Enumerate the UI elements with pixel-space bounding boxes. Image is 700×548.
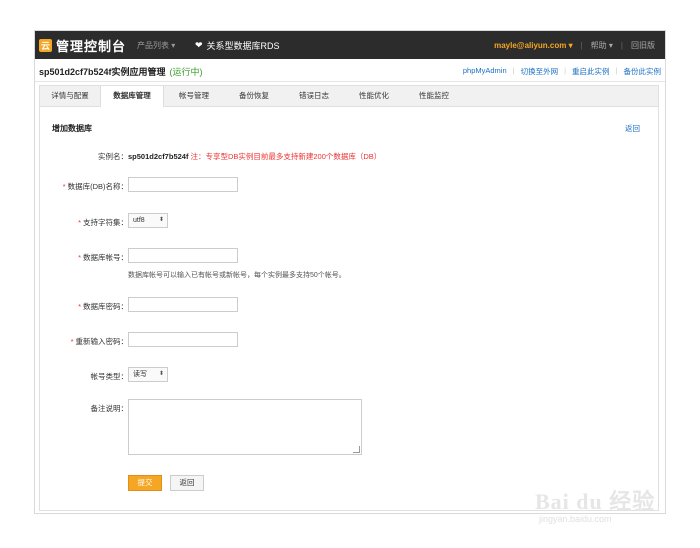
charset-select[interactable]: utf8 ⬍ [128,213,168,228]
tab-bar: 详情与配置 数据库管理 帐号管理 备份恢复 错误日志 性能优化 性能监控 [39,85,659,108]
db-name-label-text: 数据库(DB)名称： [67,182,128,191]
tab-account-management[interactable]: 帐号管理 [164,86,224,106]
remark-label: 备注说明： [90,404,129,413]
tab-performance-monitor[interactable]: 性能监控 [404,86,464,106]
user-account-menu[interactable]: mayle@aliyun.com ▾ [494,41,573,50]
instance-label: 实例名： [98,152,128,161]
account-label-text: 数据库帐号： [83,253,128,262]
baidu-watermark: Bai du 经验 jingyan.baidu.com [535,474,675,534]
watermark-url: jingyan.baidu.com [539,514,612,524]
separator: | [580,41,583,50]
instance-name: sp501d2cf7b524f [128,152,189,161]
form-title: 增加数据库 [52,124,92,133]
console-title: 管理控制台 [56,38,127,54]
account-label: * 数据库帐号： [78,252,128,263]
switch-public-network-link[interactable]: 切换至外网 [521,66,559,77]
required-mark: * [62,182,66,191]
instance-actions: phpMyAdmin | 切换至外网 | 重启此实例 | 备份此实例 [463,66,661,77]
tab-details-config[interactable]: 详情与配置 [40,86,100,106]
account-hint: 数据库帐号可以输入已有帐号或新帐号，每个实例最多支持50个帐号。 [128,272,346,279]
instance-limit-note: 注：专享型DB实例目前最多支持新建200个数据库（DB） [190,152,382,161]
top-navigation-bar: 云 管理控制台 产品列表 ▾ ❤ 关系型数据库RDS mayle@aliyun.… [35,31,665,59]
help-menu[interactable]: 帮助 ▾ [591,40,613,51]
tab-performance-optimize[interactable]: 性能优化 [344,86,404,106]
instance-value: sp501d2cf7b524f 注：专享型DB实例目前最多支持新建200个数据库（… [128,151,381,162]
repassword-label-text: 重新输入密码： [75,337,129,346]
password-input[interactable] [128,297,238,312]
restart-instance-link[interactable]: 重启此实例 [572,66,610,77]
charset-value: utf8 [133,217,145,224]
separator: | [564,66,567,75]
account-input[interactable] [128,248,238,263]
instance-title-text: sp501d2cf7b524f实例应用管理 [39,67,166,77]
tab-backup-restore[interactable]: 备份恢复 [224,86,284,106]
console-window: 云 管理控制台 产品列表 ▾ ❤ 关系型数据库RDS mayle@aliyun.… [34,30,666,514]
user-menu-area: mayle@aliyun.com ▾ | 帮助 ▾ | 回旧版 [494,40,655,51]
cloud-logo-icon: 云 [39,38,52,52]
required-mark: * [78,253,81,262]
repassword-input[interactable] [128,332,238,347]
watermark-brand: Bai du 经验 [535,489,656,514]
account-type-select[interactable]: 读写 ⬍ [128,367,168,382]
instance-title: sp501d2cf7b524f实例应用管理 (运行中) [39,65,203,78]
password-label-text: 数据库密码： [83,302,128,311]
resize-handle-icon[interactable] [353,446,360,453]
console-logo[interactable]: 云 管理控制台 [39,36,126,54]
add-database-panel: 增加数据库 返回 实例名： sp501d2cf7b524f 注：专享型DB实例目前… [39,107,659,511]
products-menu[interactable]: 产品列表 ▾ [137,40,175,51]
charset-label-text: 支持字符集： [83,218,128,227]
instance-title-bar: sp501d2cf7b524f实例应用管理 (运行中) phpMyAdmin | … [35,59,665,82]
required-mark: * [78,218,81,227]
submit-button[interactable]: 提交 [128,475,162,491]
remark-textarea[interactable] [128,399,362,455]
select-arrows-icon: ⬍ [158,217,164,223]
rds-product-title: 关系型数据库RDS [206,40,280,51]
separator: | [512,66,515,75]
cancel-button[interactable]: 返回 [170,475,204,491]
tab-error-log[interactable]: 错误日志 [284,86,344,106]
status-badge: (运行中) [169,67,203,77]
rds-product-link[interactable]: ❤ 关系型数据库RDS [195,36,280,54]
tab-database-management[interactable]: 数据库管理 [100,86,164,108]
phpmyadmin-link[interactable]: phpMyAdmin [463,66,507,77]
old-version-link[interactable]: 回旧版 [631,40,655,51]
separator: | [615,66,618,75]
rds-heart-icon: ❤ [195,39,203,50]
account-type-value: 读写 [133,371,147,378]
account-type-label: 帐号类型： [90,372,129,381]
repassword-label: * 重新输入密码： [71,336,128,347]
charset-label: * 支持字符集： [78,217,128,228]
password-label: * 数据库密码： [78,301,128,312]
back-link[interactable]: 返回 [625,123,640,134]
select-arrows-icon: ⬍ [158,371,164,377]
backup-instance-link[interactable]: 备份此实例 [624,66,662,77]
required-mark: * [78,302,81,311]
db-name-label: * 数据库(DB)名称： [63,181,128,192]
separator: | [620,41,623,50]
db-name-input[interactable] [128,177,238,192]
required-mark: * [70,337,74,346]
